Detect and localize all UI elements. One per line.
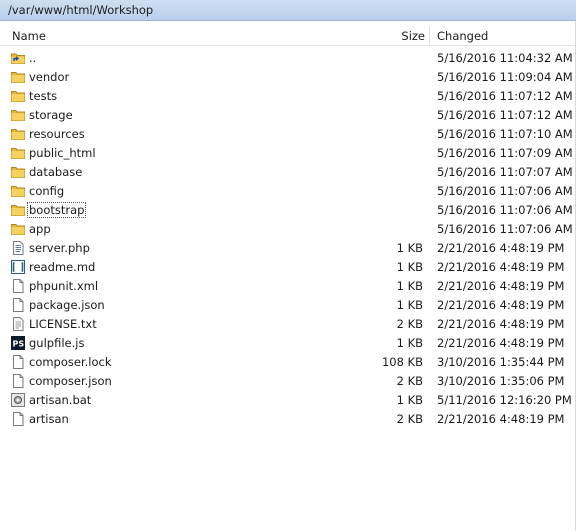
markdown-file-icon xyxy=(11,260,25,274)
folder-row[interactable]: bootstrap 5/16/2016 11:07:06 AM xyxy=(0,201,576,220)
folder-row[interactable]: config 5/16/2016 11:07:06 AM xyxy=(0,182,576,201)
file-changed-date: 2/21/2016 4:48:19 PM xyxy=(437,241,565,255)
file-size: 1 KB xyxy=(396,298,423,312)
file-name: composer.lock xyxy=(29,355,112,369)
file-name: config xyxy=(29,184,65,198)
file-size: 1 KB xyxy=(396,336,423,350)
file-size: 2 KB xyxy=(396,374,423,388)
path-bar[interactable]: /var/www/html/Workshop xyxy=(0,0,576,21)
folder-icon xyxy=(11,184,25,198)
file-row[interactable]: PS gulpfile.js 1 KB 2/21/2016 4:48:19 PM xyxy=(0,334,576,353)
file-name: resources xyxy=(29,127,85,141)
file-size: 1 KB xyxy=(396,279,423,293)
folder-row[interactable]: tests 5/16/2016 11:07:12 AM xyxy=(0,87,576,106)
file-changed-date: 2/21/2016 4:48:19 PM xyxy=(437,298,565,312)
blank-file-icon xyxy=(11,412,25,426)
file-name: bootstrap xyxy=(26,202,87,218)
folder-icon xyxy=(11,70,25,84)
folder-row[interactable]: app 5/16/2016 11:07:06 AM xyxy=(0,220,576,239)
file-changed-date: 5/16/2016 11:09:04 AM xyxy=(437,70,573,84)
file-size: 108 KB xyxy=(381,355,423,369)
column-name-header[interactable]: Name xyxy=(12,29,46,43)
file-name: storage xyxy=(29,108,73,122)
folder-row[interactable]: public_html 5/16/2016 11:07:09 AM xyxy=(0,144,576,163)
file-size: 2 KB xyxy=(396,412,423,426)
file-changed-date: 5/16/2016 11:07:06 AM xyxy=(437,184,573,198)
folder-row[interactable]: .. 5/16/2016 11:04:32 AM xyxy=(0,49,576,68)
file-name: .. xyxy=(29,51,37,65)
file-size: 2 KB xyxy=(396,317,423,331)
file-changed-date: 5/16/2016 11:07:09 AM xyxy=(437,146,573,160)
file-name: database xyxy=(29,165,83,179)
file-changed-date: 3/10/2016 1:35:44 PM xyxy=(437,355,565,369)
file-row[interactable]: package.json 1 KB 2/21/2016 4:48:19 PM xyxy=(0,296,576,315)
file-changed-date: 5/16/2016 11:07:07 AM xyxy=(437,165,573,179)
file-name: server.php xyxy=(29,241,90,255)
ps-file-icon: PS xyxy=(11,336,25,350)
folder-row[interactable]: storage 5/16/2016 11:07:12 AM xyxy=(0,106,576,125)
blank-file-icon xyxy=(11,355,25,369)
folder-icon xyxy=(11,203,25,217)
file-changed-date: 3/10/2016 1:35:06 PM xyxy=(437,374,565,388)
text-file-icon xyxy=(11,317,25,331)
blank-file-icon xyxy=(11,374,25,388)
file-name: gulpfile.js xyxy=(29,336,85,350)
file-name: package.json xyxy=(29,298,105,312)
file-list: .. 5/16/2016 11:04:32 AM vendor 5/16/2016 1… xyxy=(0,49,576,429)
file-row[interactable]: readme.md 1 KB 2/21/2016 4:48:19 PM xyxy=(0,258,576,277)
column-changed-header[interactable]: Changed xyxy=(437,29,488,43)
file-name: phpunit.xml xyxy=(29,279,99,293)
file-name: artisan xyxy=(29,412,69,426)
file-name: readme.md xyxy=(29,260,96,274)
folder-icon xyxy=(11,89,25,103)
file-size: 1 KB xyxy=(396,393,423,407)
folder-icon xyxy=(11,222,25,236)
file-changed-date: 5/11/2016 12:16:20 PM xyxy=(437,393,572,407)
file-changed-date: 5/16/2016 11:04:32 AM xyxy=(437,51,573,65)
file-changed-date: 5/16/2016 11:07:06 AM xyxy=(437,222,573,236)
column-size-header[interactable]: Size xyxy=(391,29,425,43)
blank-file-icon xyxy=(11,279,25,293)
parent-folder-icon xyxy=(11,51,25,65)
file-changed-date: 2/21/2016 4:48:19 PM xyxy=(437,260,565,274)
file-changed-date: 5/16/2016 11:07:12 AM xyxy=(437,89,573,103)
file-size: 1 KB xyxy=(396,241,423,255)
file-size: 1 KB xyxy=(396,260,423,274)
file-row[interactable]: composer.json 2 KB 3/10/2016 1:35:06 PM xyxy=(0,372,576,391)
folder-row[interactable]: resources 5/16/2016 11:07:10 AM xyxy=(0,125,576,144)
file-row[interactable]: composer.lock 108 KB 3/10/2016 1:35:44 PM xyxy=(0,353,576,372)
folder-icon xyxy=(11,127,25,141)
file-row[interactable]: server.php 1 KB 2/21/2016 4:48:19 PM xyxy=(0,239,576,258)
column-header: Name Size Changed xyxy=(0,26,576,46)
file-row[interactable]: artisan 2 KB 2/21/2016 4:48:19 PM xyxy=(0,410,576,429)
folder-row[interactable]: database 5/16/2016 11:07:07 AM xyxy=(0,163,576,182)
file-changed-date: 2/21/2016 4:48:19 PM xyxy=(437,317,565,331)
folder-row[interactable]: vendor 5/16/2016 11:09:04 AM xyxy=(0,68,576,87)
file-changed-date: 5/16/2016 11:07:10 AM xyxy=(437,127,573,141)
file-changed-date: 2/21/2016 4:48:19 PM xyxy=(437,279,565,293)
file-name: artisan.bat xyxy=(29,393,92,407)
column-separator[interactable] xyxy=(429,26,430,46)
batch-file-icon xyxy=(11,393,25,407)
file-changed-date: 2/21/2016 4:48:19 PM xyxy=(437,412,565,426)
file-name: public_html xyxy=(29,146,96,160)
file-name: tests xyxy=(29,89,58,103)
file-name: composer.json xyxy=(29,374,112,388)
svg-text:PS: PS xyxy=(13,340,25,349)
file-name: LICENSE.txt xyxy=(29,317,97,331)
folder-icon xyxy=(11,108,25,122)
file-row[interactable]: artisan.bat 1 KB 5/11/2016 12:16:20 PM xyxy=(0,391,576,410)
folder-icon xyxy=(11,165,25,179)
blank-file-icon xyxy=(11,298,25,312)
php-file-icon xyxy=(11,241,25,255)
file-changed-date: 2/21/2016 4:48:19 PM xyxy=(437,336,565,350)
file-name: app xyxy=(29,222,51,236)
file-changed-date: 5/16/2016 11:07:12 AM xyxy=(437,108,573,122)
folder-icon xyxy=(11,146,25,160)
file-row[interactable]: phpunit.xml 1 KB 2/21/2016 4:48:19 PM xyxy=(0,277,576,296)
file-row[interactable]: LICENSE.txt 2 KB 2/21/2016 4:48:19 PM xyxy=(0,315,576,334)
file-changed-date: 5/16/2016 11:07:06 AM xyxy=(437,203,573,217)
current-path: /var/www/html/Workshop xyxy=(8,3,154,17)
file-name: vendor xyxy=(29,70,70,84)
